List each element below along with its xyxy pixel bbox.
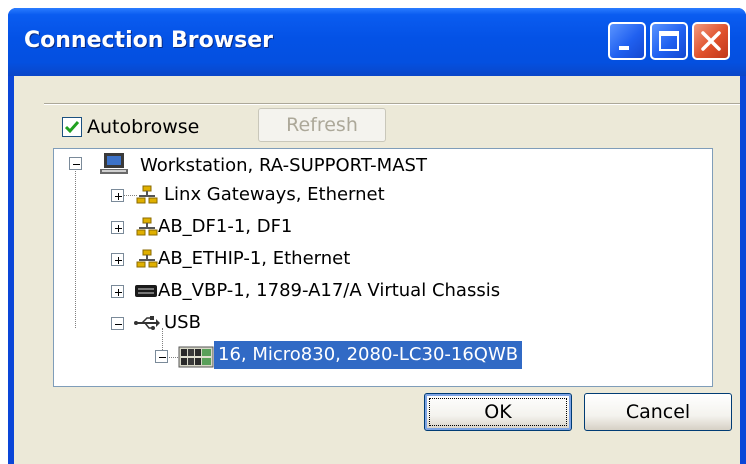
connection-tree[interactable]: Workstation, RA-SUPPORT-MAST Linx Gatewa… [53, 148, 713, 387]
checkmark-icon [64, 121, 80, 134]
usb-icon [134, 316, 160, 330]
minimize-button[interactable] [608, 22, 646, 60]
tree-item-linx-gateways[interactable]: Linx Gateways, Ethernet [160, 181, 389, 209]
collapse-icon [115, 324, 122, 325]
autobrowse-label: Autobrowse [87, 116, 200, 138]
collapse-icon [159, 357, 166, 358]
expander-ethip[interactable] [111, 253, 124, 266]
expander-vbp[interactable] [111, 285, 124, 298]
tree-connector [75, 171, 76, 328]
network-icon [136, 185, 158, 204]
cancel-button[interactable]: Cancel [584, 393, 732, 431]
expander-df1[interactable] [111, 221, 124, 234]
tree-item-workstation[interactable]: Workstation, RA-SUPPORT-MAST [136, 152, 431, 180]
collapse-icon [73, 164, 80, 165]
separator [44, 103, 740, 105]
tree-item-usb[interactable]: USB [160, 309, 205, 337]
dialog-body: Autobrowse Refresh Workstation, RA-SUPPO… [14, 76, 740, 464]
expand-icon [115, 225, 122, 232]
expander-micro830[interactable] [155, 350, 168, 363]
tree-item-ab-vbp[interactable]: AB_VBP-1, 1789-A17/A Virtual Chassis [154, 277, 504, 305]
maximize-button[interactable] [650, 22, 688, 60]
computer-icon [100, 153, 128, 174]
expander-linx[interactable] [111, 189, 124, 202]
expander-root[interactable] [69, 157, 82, 170]
expand-icon [115, 289, 122, 296]
autobrowse-checkbox[interactable] [62, 117, 82, 137]
minimize-icon [619, 46, 629, 50]
expand-icon [115, 193, 122, 200]
connection-browser-window: Connection Browser Autobrowse Refresh Wo… [8, 8, 746, 464]
close-button[interactable] [692, 22, 730, 60]
maximize-icon [659, 31, 679, 51]
window-title: Connection Browser [24, 28, 273, 53]
expand-icon [115, 257, 122, 264]
refresh-button[interactable]: Refresh [258, 108, 386, 142]
ok-button[interactable]: OK [424, 393, 572, 431]
title-bar[interactable]: Connection Browser [8, 8, 746, 76]
close-icon [701, 31, 721, 51]
tree-item-ab-df1[interactable]: AB_DF1-1, DF1 [154, 213, 296, 241]
tree-item-ab-ethip[interactable]: AB_ETHIP-1, Ethernet [154, 245, 354, 273]
controller-icon [178, 346, 214, 368]
expander-usb[interactable] [111, 317, 124, 330]
autobrowse-checkbox-group[interactable]: Autobrowse [62, 115, 199, 139]
tree-item-micro830[interactable]: 16, Micro830, 2080-LC30-16QWB [214, 341, 523, 369]
